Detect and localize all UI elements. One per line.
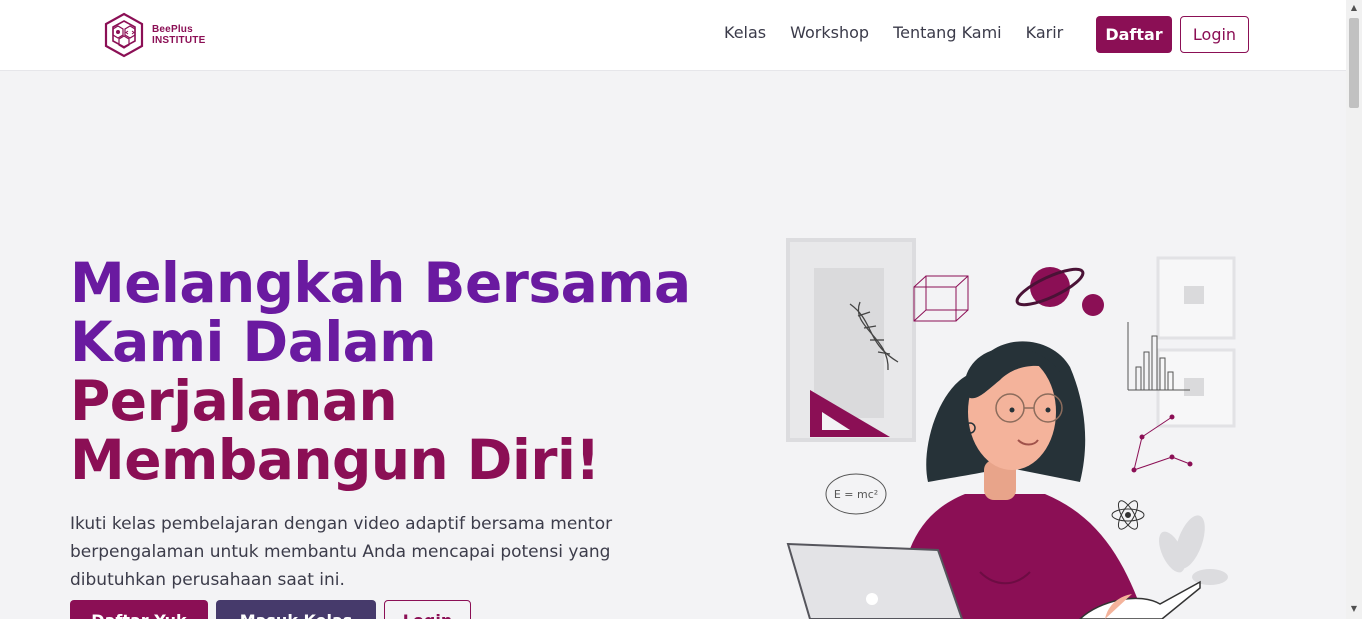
nav-link-karir[interactable]: Karir: [1026, 23, 1064, 42]
main-nav: Kelas Workshop Tentang Kami Karir: [724, 23, 1087, 42]
nav-link-workshop[interactable]: Workshop: [790, 23, 869, 42]
atom-icon: [1111, 500, 1145, 530]
nav-link-kelas[interactable]: Kelas: [724, 23, 766, 42]
brand-logo[interactable]: BeePlus Institute: [104, 12, 214, 58]
plant-icon: [1159, 515, 1228, 585]
hero-title-line-1: Melangkah Bersama: [70, 251, 691, 315]
hero-button-group: Daftar Yuk Masuk Kelas Login: [70, 600, 471, 619]
hero-description: Ikuti kelas pembelajaran dengan video ad…: [70, 514, 613, 590]
planet-icon: [1015, 267, 1104, 316]
scroll-up-icon[interactable]: ▲: [1349, 3, 1359, 13]
hero-login-button[interactable]: Login: [384, 600, 471, 619]
hero-title-line-3: Perjalanan: [70, 369, 398, 433]
brand-name: BeePlus Institute: [152, 24, 206, 46]
hero-title-line-4: Membangun Diri!: [70, 428, 600, 492]
cube-icon: [913, 275, 969, 322]
vertical-scrollbar[interactable]: ▲ ▼: [1346, 0, 1362, 619]
hero-title-line-2: Kami Dalam: [70, 310, 437, 374]
formula-bubble: E = mc²: [825, 473, 887, 515]
scroll-thumb[interactable]: [1349, 18, 1359, 108]
masuk-kelas-button[interactable]: Masuk Kelas: [216, 600, 376, 619]
formula-text: E = mc²: [834, 488, 878, 501]
scroll-down-icon[interactable]: ▼: [1349, 604, 1359, 614]
laptop-icon: [786, 542, 964, 619]
frame-inner: [814, 268, 884, 418]
hero-title: Melangkah Bersama Kami Dalam Perjalanan …: [70, 254, 750, 490]
daftar-yuk-button[interactable]: Daftar Yuk: [70, 600, 208, 619]
navbar: BeePlus Institute Kelas Workshop Tentang…: [0, 0, 1346, 71]
hexagon-logo-icon: [104, 12, 144, 58]
register-button[interactable]: Daftar: [1096, 16, 1172, 53]
login-button[interactable]: Login: [1180, 16, 1249, 53]
nav-link-tentang-kami[interactable]: Tentang Kami: [893, 23, 1002, 42]
hero-illustration: E = mc²: [786, 238, 1236, 619]
